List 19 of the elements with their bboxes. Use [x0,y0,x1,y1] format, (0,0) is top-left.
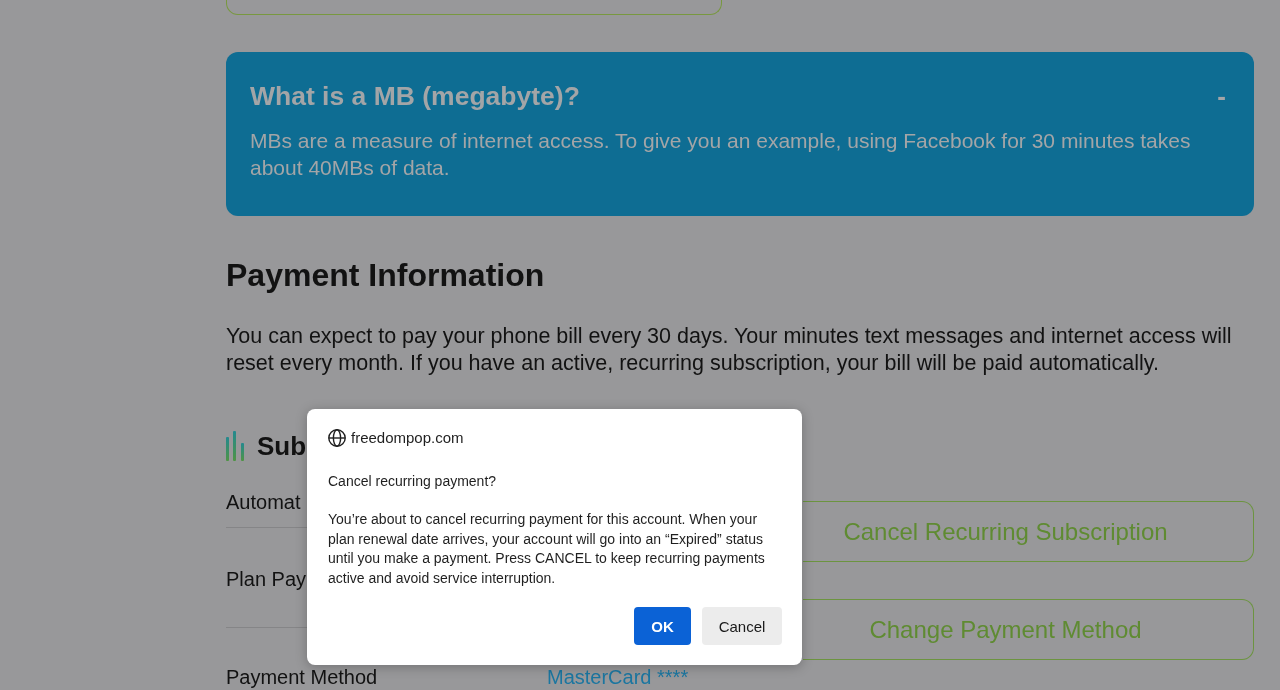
dialog-title: Cancel recurring payment? [328,472,498,491]
row-label: Payment Method [226,665,378,689]
globe-icon [328,429,346,447]
row-label: Automat [226,490,301,514]
subscription-heading: Sub [257,430,307,462]
cancel-button[interactable]: Cancel [702,607,782,645]
payment-text: You can expect to pay your phone bill every 30 days. Your minutes text messages and internet access will reset every month. If you have an active, recurring subscription, your bill will be paid automatically. [226,323,1233,377]
faq-answer: MBs are a measure of internet access. To give you an example, using Facebook for 30 minutes takes about 40MBs of data. [250,128,1192,181]
ok-button[interactable]: OK [634,607,691,645]
collapse-toggle[interactable]: - [1213,81,1230,111]
dialog-message: You’re about to cancel recurring payment for this account. When your plan renewal date arrives, your account will go into an “Expired” status until you make a payment. Press CANCEL to keep recurring payments active and avoid service interruption. [328,510,766,588]
site-name: freedompop.com [351,429,464,447]
payment-method-link[interactable]: MasterCard **** [547,665,689,689]
bars-icon [226,431,244,461]
faq-title: What is a MB (megabyte)? [250,81,580,111]
section-heading: Payment Information [226,256,546,295]
row-label: Plan Pay [226,567,307,591]
action-button[interactable]: Cancel Recurring Subscription [803,501,1254,562]
action-button[interactable]: Change Payment Method [803,599,1254,660]
